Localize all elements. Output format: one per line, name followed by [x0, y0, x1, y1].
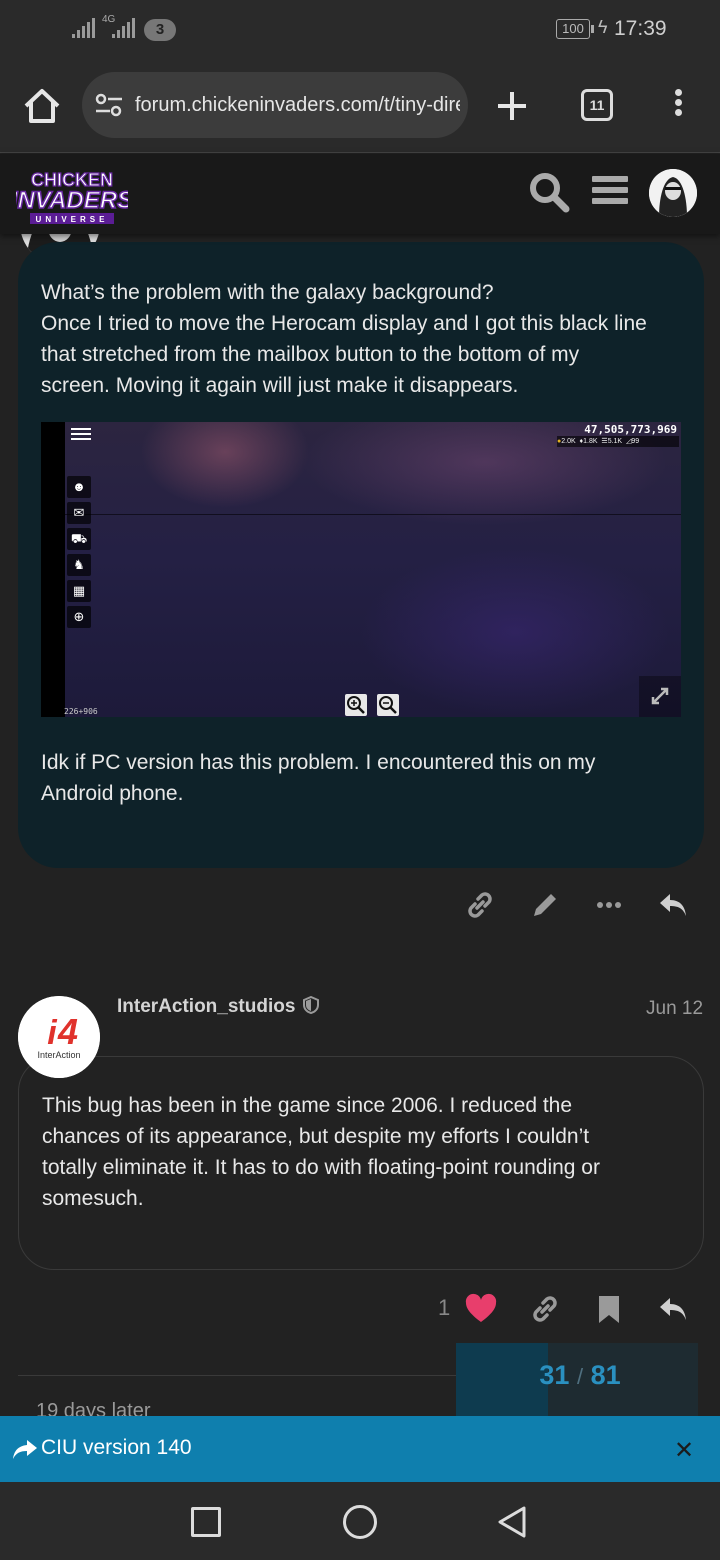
browser-toolbar: forum.chickeninvaders.com/t/tiny-direct …: [0, 60, 720, 153]
hamburger-menu-icon[interactable]: [592, 176, 628, 208]
post-line: Android phone.: [41, 782, 184, 805]
home-icon[interactable]: [22, 86, 62, 126]
black-line-artifact: [65, 514, 681, 515]
mailbox-icon: ✉: [67, 502, 91, 524]
status-bar: 4G 3 100 ϟ 17:39: [0, 0, 720, 60]
edit-icon[interactable]: [528, 888, 562, 922]
author-avatar[interactable]: i 4 InterAction: [18, 996, 100, 1078]
charging-icon: ϟ: [598, 17, 608, 37]
post-counter[interactable]: 31 / 81: [480, 1360, 680, 1391]
battery-nub: [591, 25, 594, 33]
user-avatar[interactable]: [649, 169, 697, 217]
svg-text:INVADERS: INVADERS: [16, 187, 128, 214]
reply-icon[interactable]: [656, 1292, 690, 1326]
username-text: InterAction_studios: [117, 996, 296, 1017]
sim-badge: 3: [144, 19, 176, 41]
embedded-screenshot[interactable]: ☻ ✉ ⛟ ♞ ▦ ⊕ 47,505,773,969 ●2.0K ♦1.8K ☰…: [41, 422, 681, 717]
banner-text: CIU version 140: [41, 1436, 192, 1459]
back-button[interactable]: [494, 1504, 530, 1540]
post-username[interactable]: InterAction_studios: [117, 995, 319, 1018]
counter-separator: /: [576, 1364, 584, 1389]
site-logo[interactable]: CHICKEN INVADERS UNIVERSE: [16, 164, 128, 226]
like-count[interactable]: 1: [438, 1295, 450, 1321]
battery-icon: 100: [556, 19, 590, 39]
post-line: Idk if PC version has this problem. I en…: [41, 751, 596, 774]
shop-cart-icon: ⛟: [67, 528, 91, 550]
system-nav-bar: [0, 1482, 720, 1560]
close-icon[interactable]: ✕: [674, 1436, 694, 1465]
browser-menu-icon[interactable]: [670, 86, 686, 126]
divider: [18, 1375, 456, 1376]
search-icon[interactable]: [528, 171, 570, 213]
post-body: What’s the problem with the galaxy backg…: [41, 277, 681, 401]
zoom-out-icon: [377, 694, 399, 716]
url-text: forum.chickeninvaders.com/t/tiny-direct: [135, 94, 460, 116]
heart-icon[interactable]: [464, 1292, 498, 1326]
post-body-continued: Idk if PC version has this problem. I en…: [41, 747, 681, 809]
game-coords: 226+906: [64, 707, 98, 716]
hero-icon: ♞: [67, 554, 91, 576]
expand-image-icon[interactable]: [639, 676, 681, 717]
topic-banner[interactable]: CIU version 140 ✕: [0, 1416, 720, 1482]
bookmark-icon[interactable]: [592, 1292, 626, 1326]
signal-icon: [72, 18, 95, 38]
site-settings-icon[interactable]: [94, 92, 124, 118]
svg-text:i: i: [47, 1014, 58, 1052]
post-line: screen. Moving it again will just make i…: [41, 374, 519, 397]
post-line: somesuch.: [42, 1187, 144, 1210]
zoom-icon: ⊕: [67, 606, 91, 628]
post-line: that stretched from the mailbox button t…: [41, 343, 580, 366]
share-arrow-icon: [13, 1440, 37, 1459]
copy-link-icon[interactable]: [463, 888, 497, 922]
new-tab-icon[interactable]: [494, 88, 530, 124]
galaxy-background: [65, 422, 681, 717]
current-post: 31: [539, 1360, 570, 1390]
home-button[interactable]: [343, 1505, 377, 1539]
herocam-icon: ☻: [67, 476, 91, 498]
post-card: This bug has been in the game since 2006…: [18, 1056, 704, 1270]
svg-text:InterAction: InterAction: [37, 1050, 80, 1060]
post-line: chances of its appearance, but despite m…: [42, 1125, 590, 1148]
post-line: What’s the problem with the galaxy backg…: [41, 281, 494, 304]
svg-text:4: 4: [57, 1011, 78, 1052]
game-stats: ●2.0K ♦1.8K ☰5.1K ◿99: [557, 436, 679, 447]
game-score: 47,505,773,969: [584, 423, 677, 436]
post-body: This bug has been in the game since 2006…: [42, 1090, 682, 1214]
signal-icon-2: [112, 18, 135, 38]
site-header: CHICKEN INVADERS UNIVERSE: [0, 154, 720, 234]
shield-icon: [302, 995, 319, 1015]
copy-link-icon[interactable]: [528, 1292, 562, 1326]
post-date[interactable]: Jun 12: [646, 998, 703, 1020]
post-line: Once I tried to move the Herocam display…: [41, 312, 647, 335]
total-posts: 81: [590, 1360, 621, 1390]
clock: 17:39: [614, 17, 667, 40]
post-card: What’s the problem with the galaxy backg…: [18, 242, 704, 868]
recents-button[interactable]: [191, 1507, 221, 1537]
post-line: This bug has been in the game since 2006…: [42, 1094, 573, 1117]
game-menu-icon: [71, 428, 91, 442]
tab-switcher-button[interactable]: 11: [581, 89, 613, 121]
svg-text:UNIVERSE: UNIVERSE: [36, 215, 109, 224]
map-icon: ▦: [67, 580, 91, 602]
post-line: totally eliminate it. It has to do with …: [42, 1156, 600, 1179]
reply-icon[interactable]: [656, 888, 690, 922]
address-bar[interactable]: forum.chickeninvaders.com/t/tiny-direct: [82, 72, 468, 138]
game-sidebar: ☻ ✉ ⛟ ♞ ▦ ⊕: [67, 476, 93, 632]
more-options-icon[interactable]: [592, 888, 626, 922]
zoom-in-icon: [345, 694, 367, 716]
